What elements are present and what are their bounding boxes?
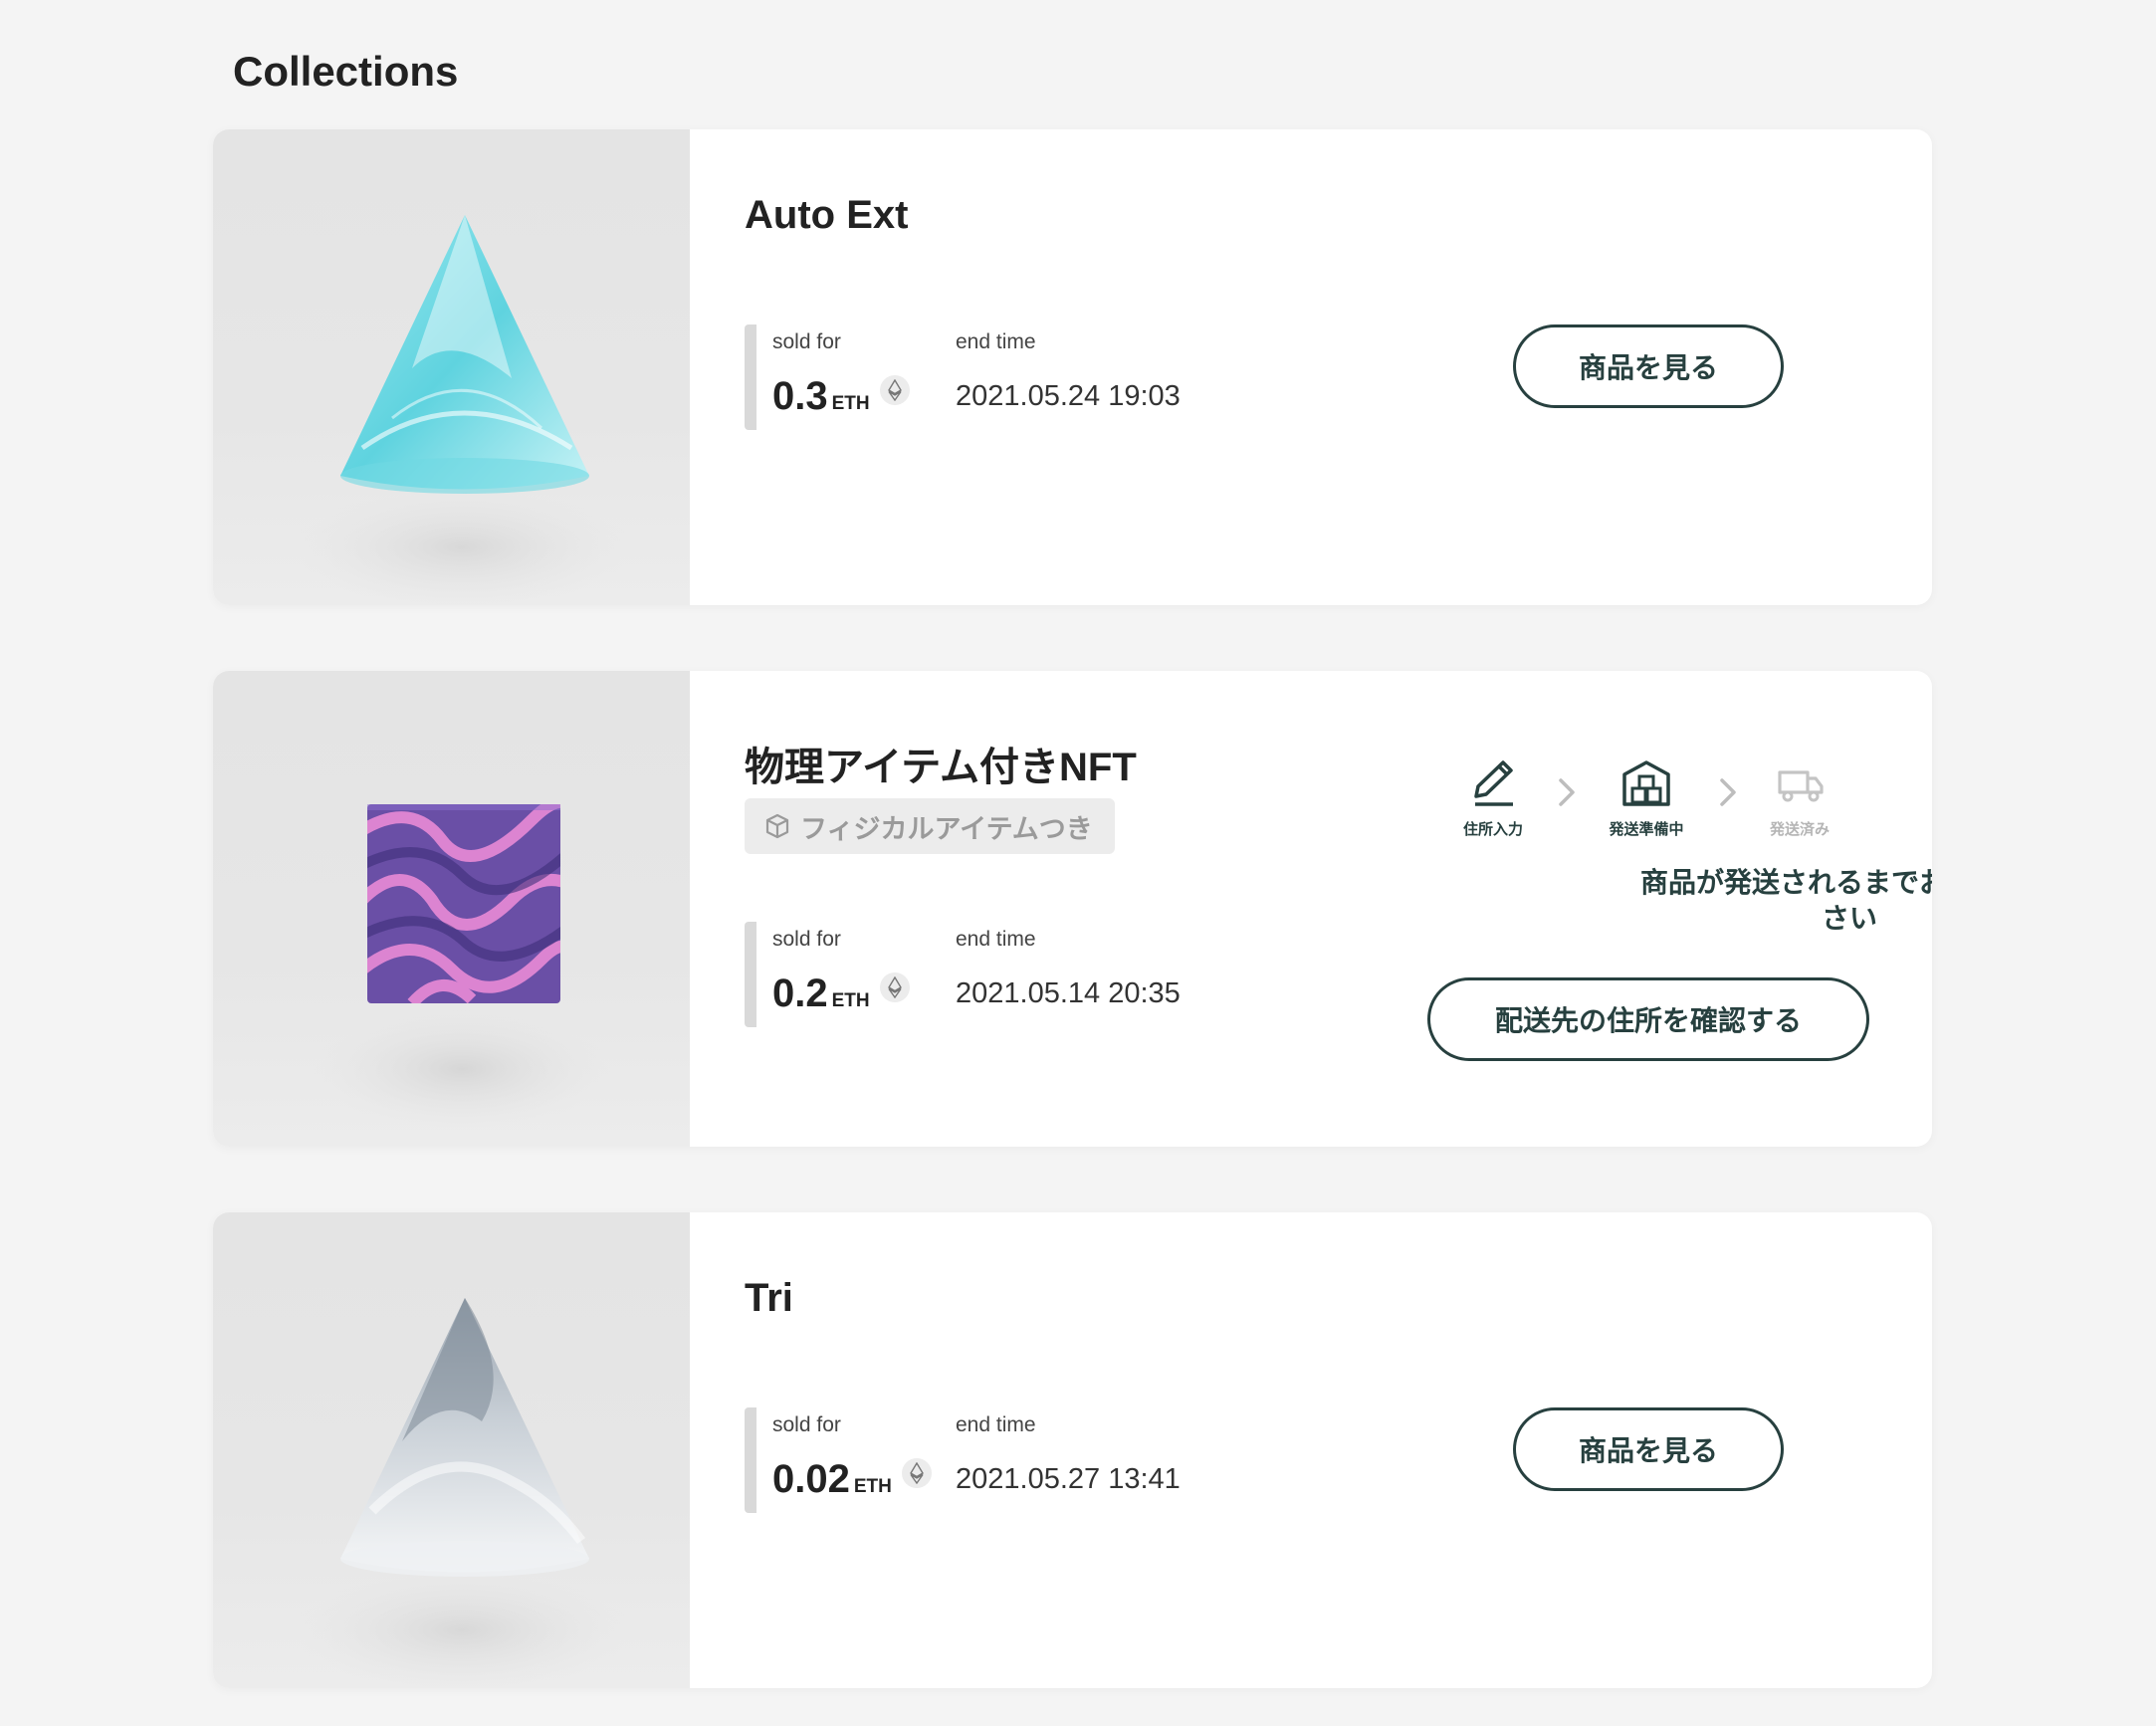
page-title: Collections (233, 48, 459, 95)
end-time-value: 2021.05.14 20:35 (956, 977, 1181, 1009)
step-address-input: 住所入力 (1423, 756, 1563, 838)
box-icon (765, 813, 789, 839)
collection-card[interactable]: Tri sold for 0.02 ETH end time 2021.05.27… (213, 1212, 1932, 1688)
step-label: 発送済み (1769, 821, 1830, 838)
sold-for-label: sold for (772, 330, 841, 353)
sale-stats: sold for 0.2 ETH end time 2021.05.14 20:3… (745, 922, 1234, 1027)
collection-card[interactable]: 物理アイテム付きNFT フィジカルアイテムつき sold for 0.2 ETH … (213, 671, 1932, 1147)
item-title: Auto Ext (745, 193, 909, 237)
sale-stats: sold for 0.3 ETH end time 2021.05.24 19:0… (745, 324, 1234, 430)
step-label: 発送準備中 (1609, 821, 1684, 838)
end-time-value: 2021.05.24 19:03 (956, 380, 1181, 412)
price-unit: ETH (853, 1476, 892, 1497)
price-unit: ETH (831, 990, 870, 1011)
nft-thumbnail[interactable] (213, 129, 690, 605)
eth-icon (879, 375, 910, 405)
sold-price: 0.02 ETH (772, 1457, 932, 1502)
sold-for-label: sold for (772, 928, 841, 951)
price-value: 0.3 (772, 374, 828, 418)
price-value: 0.02 (772, 1457, 850, 1501)
cube-image (313, 804, 611, 1129)
eth-icon (901, 1458, 932, 1488)
eth-icon (879, 972, 910, 1002)
sold-price: 0.2 ETH (772, 971, 910, 1016)
sold-price: 0.3 ETH (772, 374, 910, 419)
view-item-button[interactable]: 商品を見る (1513, 324, 1784, 408)
step-preparing-shipment: 発送準備中 (1577, 756, 1716, 838)
nft-thumbnail[interactable] (213, 671, 690, 1147)
shipping-wait-message: 商品が発送されるまでお待ちください (1640, 867, 1932, 934)
view-item-button[interactable]: 商品を見る (1513, 1407, 1784, 1491)
collection-card[interactable]: Auto Ext sold for 0.3 ETH end time 2021.0… (213, 129, 1932, 605)
price-unit: ETH (831, 393, 870, 414)
cone-image (293, 1298, 631, 1688)
chevron-right-icon (1559, 778, 1575, 806)
item-title: Tri (745, 1276, 793, 1320)
truck-icon (1778, 770, 1824, 802)
cone-image (293, 215, 631, 605)
sale-stats: sold for 0.02 ETH end time 2021.05.27 13:… (745, 1407, 1234, 1513)
end-time-label: end time (956, 1413, 1036, 1436)
badge-label: フィジカルアイテムつき (800, 813, 1093, 844)
pencil-icon (1474, 760, 1513, 806)
nft-thumbnail[interactable] (213, 1212, 690, 1688)
sold-for-label: sold for (772, 1413, 841, 1436)
warehouse-icon (1622, 760, 1670, 806)
end-time-label: end time (956, 330, 1036, 353)
end-time-value: 2021.05.27 13:41 (956, 1463, 1181, 1495)
item-title: 物理アイテム付きNFT (745, 746, 1137, 789)
step-shipped: 発送済み (1730, 756, 1869, 838)
price-value: 0.2 (772, 971, 828, 1015)
confirm-address-button[interactable]: 配送先の住所を確認する (1427, 977, 1869, 1061)
end-time-label: end time (956, 928, 1036, 951)
step-label: 住所入力 (1462, 821, 1523, 838)
physical-item-badge: フィジカルアイテムつき (745, 798, 1115, 854)
